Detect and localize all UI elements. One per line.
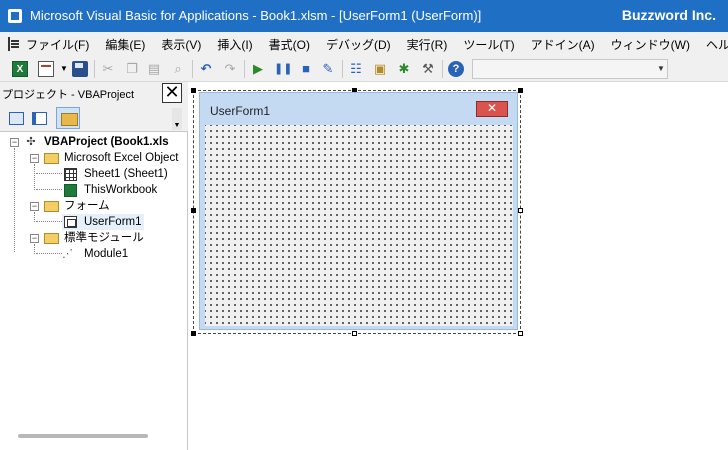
menu-edit[interactable]: 編集(E) (97, 36, 153, 53)
resize-handle-top-left (191, 88, 196, 93)
copy-icon[interactable]: ❐ (124, 61, 140, 77)
tree-node-label: VBAProject (Book1.xls (44, 136, 169, 148)
properties-icon[interactable]: ▣ (372, 61, 388, 77)
tree-node-label: Module1 (84, 248, 129, 260)
collapse-icon[interactable]: − (30, 154, 39, 163)
redo-icon[interactable]: ↷ (222, 61, 238, 77)
menu-insert[interactable]: 挿入(I) (209, 36, 260, 53)
standard-toolbar: X ▼ ✂ ❐ ▤ ⌕ ↶ ↷ ▶ ❚❚ ■ ✎ ☷ ▣ ✱ ⚒ ? ▼ (0, 56, 728, 82)
project-explorer-header: プロジェクト - VBAProject ✕ (0, 82, 188, 104)
userform-icon (64, 216, 77, 228)
collapse-icon[interactable]: − (10, 138, 19, 147)
tree-node-userform1[interactable]: UserForm1 (62, 214, 144, 230)
break-icon[interactable]: ❚❚ (274, 61, 292, 77)
tree-node-vbaproject[interactable]: − ✣ VBAProject (Book1.xls (0, 134, 188, 150)
tree-node-label: フォーム (64, 200, 110, 212)
menu-file[interactable]: ファイル(F) (18, 36, 97, 53)
workbook-icon (64, 184, 77, 197)
userform-window[interactable]: UserForm1 ✕ (199, 92, 518, 330)
resize-handle-bottom-right[interactable] (518, 331, 523, 336)
toolbar-separator (442, 60, 443, 78)
tree-node-excel-objects[interactable]: − Microsoft Excel Object (0, 150, 188, 166)
worksheet-icon (64, 168, 77, 181)
title-bar: Microsoft Visual Basic for Applications … (0, 0, 728, 32)
module-icon: ⋰ (62, 248, 73, 260)
vba-app-icon (8, 9, 22, 23)
project-explorer-toolbar: ▼ (0, 104, 188, 132)
menu-debug[interactable]: デバッグ(D) (318, 36, 399, 53)
menu-bar: ファイル(F) 編集(E) 表示(V) 挿入(I) 書式(O) デバッグ(D) … (0, 32, 728, 56)
menu-view[interactable]: 表示(V) (153, 36, 209, 53)
project-tree: − ✣ VBAProject (Book1.xls − Microsoft Ex… (0, 132, 188, 432)
close-icon[interactable]: ✕ (162, 83, 182, 103)
menu-addins[interactable]: アドイン(A) (523, 36, 603, 53)
window-title: Microsoft Visual Basic for Applications … (30, 8, 482, 23)
tree-node-label: ThisWorkbook (84, 184, 158, 196)
design-mode-icon[interactable]: ✎ (320, 61, 336, 77)
tree-node-label: Microsoft Excel Object (64, 152, 179, 164)
horizontal-scrollbar[interactable] (18, 434, 148, 438)
toolbar-separator (192, 60, 193, 78)
excel-icon[interactable]: X (12, 61, 28, 77)
resize-handle-left (191, 208, 196, 213)
menu-format[interactable]: 書式(O) (261, 36, 318, 53)
menu-window[interactable]: ウィンドウ(W) (603, 36, 698, 53)
chevron-down-icon[interactable]: ▼ (56, 61, 72, 77)
toolbar-separator (94, 60, 95, 78)
brand-label: Buzzword Inc. (621, 7, 716, 23)
tree-node-module1[interactable]: ⋰ Module1 (0, 246, 188, 262)
window-menu-icon[interactable] (8, 37, 19, 51)
save-icon[interactable] (72, 61, 88, 77)
tree-node-label: Sheet1 (Sheet1) (84, 168, 168, 180)
toolbox-icon[interactable]: ⚒ (420, 61, 436, 77)
cut-icon[interactable]: ✂ (100, 61, 116, 77)
collapse-icon[interactable]: − (30, 234, 39, 243)
folder-icon (44, 201, 59, 212)
toolbar-separator (244, 60, 245, 78)
close-icon[interactable]: ✕ (476, 101, 508, 117)
toggle-folders-button[interactable] (56, 107, 80, 129)
undo-icon[interactable]: ↶ (198, 61, 214, 77)
find-icon[interactable]: ⌕ (170, 61, 186, 77)
tree-connector (36, 221, 62, 222)
folder-icon (44, 233, 59, 244)
resize-handle-top-right (518, 88, 523, 93)
toolbar-separator (342, 60, 343, 78)
location-combo[interactable]: ▼ (472, 59, 668, 79)
toolbar-overflow-icon[interactable]: ▼ (172, 108, 182, 130)
vba-project-icon: ✣ (26, 136, 36, 148)
tree-node-sheet1[interactable]: Sheet1 (Sheet1) (0, 166, 188, 182)
tree-node-thisworkbook[interactable]: ThisWorkbook (0, 182, 188, 198)
folder-icon (44, 153, 59, 164)
userform-caption: UserForm1 (210, 104, 271, 118)
view-code-button[interactable] (6, 108, 26, 128)
project-explorer: プロジェクト - VBAProject ✕ ▼ − ✣ VBAProject (… (0, 82, 188, 450)
resize-handle-bottom[interactable] (352, 331, 357, 336)
menu-help[interactable]: ヘルプ(H) (698, 36, 728, 53)
reset-icon[interactable]: ■ (298, 61, 314, 77)
tree-node-label: UserForm1 (84, 216, 142, 228)
view-object-button[interactable] (29, 108, 49, 128)
menu-tools[interactable]: ツール(T) (455, 36, 522, 53)
insert-userform-icon[interactable] (38, 61, 54, 77)
project-explorer-icon[interactable]: ☷ (348, 61, 364, 77)
run-icon[interactable]: ▶ (250, 61, 266, 77)
chevron-down-icon[interactable]: ▼ (657, 62, 665, 76)
object-browser-icon[interactable]: ✱ (396, 61, 412, 77)
collapse-icon[interactable]: − (30, 202, 39, 211)
userform-client-area[interactable] (205, 125, 513, 326)
resize-handle-right[interactable] (518, 208, 523, 213)
project-explorer-title: プロジェクト - VBAProject (2, 89, 135, 101)
help-icon[interactable]: ? (448, 61, 464, 77)
paste-icon[interactable]: ▤ (146, 61, 162, 77)
resize-handle-bottom-left (191, 331, 196, 336)
menu-run[interactable]: 実行(R) (399, 36, 456, 53)
tree-node-forms[interactable]: − フォーム (0, 198, 188, 214)
tree-node-label: 標準モジュール (64, 232, 144, 244)
tree-node-modules[interactable]: − 標準モジュール (0, 230, 188, 246)
